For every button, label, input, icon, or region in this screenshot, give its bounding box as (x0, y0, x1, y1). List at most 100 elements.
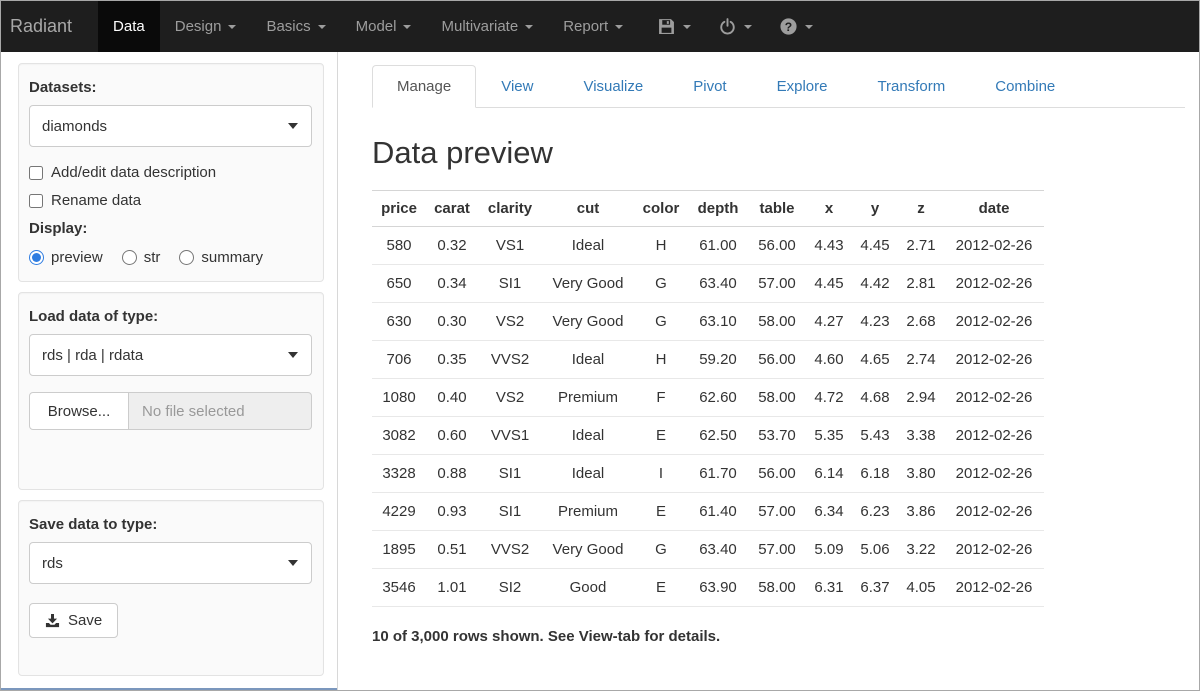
nav-item-design[interactable]: Design (160, 1, 252, 52)
table-cell: 2012-02-26 (944, 569, 1044, 607)
table-cell: 3.80 (898, 455, 944, 493)
navbar-menu: DataDesignBasicsModelMultivariateReport (98, 1, 638, 52)
table-cell: 1895 (372, 531, 426, 569)
table-cell: 5.09 (806, 531, 852, 569)
checkbox-input[interactable] (29, 194, 43, 208)
page-title: Data preview (372, 135, 1185, 171)
save-type-label: Save data to type: (29, 516, 312, 533)
table-cell: 2012-02-26 (944, 417, 1044, 455)
nav-item-data[interactable]: Data (98, 1, 160, 52)
tab-manage[interactable]: Manage (372, 65, 476, 108)
table-cell: Ideal (542, 341, 634, 379)
dataset-select[interactable]: diamonds (29, 105, 312, 147)
table-cell: SI2 (478, 569, 542, 607)
table-cell: E (634, 569, 688, 607)
table-row: 18950.51VVS2Very GoodG63.4057.005.095.06… (372, 531, 1044, 569)
chevron-down-icon (403, 25, 411, 29)
tab-view[interactable]: View (476, 65, 558, 108)
table-cell: 57.00 (748, 493, 806, 531)
radio-label: summary (201, 249, 263, 266)
table-cell: 56.00 (748, 227, 806, 265)
table-cell: 6.31 (806, 569, 852, 607)
tab-pivot[interactable]: Pivot (668, 65, 751, 108)
table-cell: 0.88 (426, 455, 478, 493)
chevron-down-icon (525, 25, 533, 29)
table-cell: 3.86 (898, 493, 944, 531)
browse-button[interactable]: Browse... (29, 392, 129, 430)
load-type-select[interactable]: rds | rda | rdata (29, 334, 312, 376)
radio-input[interactable] (29, 250, 44, 265)
rows-shown-note: 10 of 3,000 rows shown. See View-tab for… (372, 628, 1185, 645)
datasets-panel: Datasets: diamonds Add/edit data descrip… (18, 63, 324, 282)
save-type-select[interactable]: rds (29, 542, 312, 584)
table-cell: VS1 (478, 227, 542, 265)
table-cell: 4229 (372, 493, 426, 531)
table-cell: 4.45 (806, 265, 852, 303)
checkbox-input[interactable] (29, 166, 43, 180)
table-cell: 2.71 (898, 227, 944, 265)
table-cell: Ideal (542, 227, 634, 265)
column-header-date: date (944, 191, 1044, 227)
tab-combine[interactable]: Combine (970, 65, 1080, 108)
nav-item-multivariate[interactable]: Multivariate (426, 1, 548, 52)
table-cell: 59.20 (688, 341, 748, 379)
save-button[interactable]: Save (29, 603, 118, 638)
table-cell: 0.34 (426, 265, 478, 303)
table-cell: 6.37 (852, 569, 898, 607)
chevron-down-icon (318, 25, 326, 29)
table-cell: 6.18 (852, 455, 898, 493)
display-option-summary: summary (179, 249, 263, 266)
navbar: Radiant DataDesignBasicsModelMultivariat… (1, 1, 1199, 52)
question-circle-icon: ? (780, 18, 797, 35)
app-brand[interactable]: Radiant (1, 1, 84, 52)
table-cell: 58.00 (748, 379, 806, 417)
table-cell: 56.00 (748, 341, 806, 379)
table-cell: VS2 (478, 379, 542, 417)
table-cell: 0.40 (426, 379, 478, 417)
table-cell: 2012-02-26 (944, 379, 1044, 417)
column-header-price: price (372, 191, 426, 227)
table-cell: 3.38 (898, 417, 944, 455)
save-state-menu[interactable] (644, 1, 705, 52)
display-option-preview: preview (29, 249, 103, 266)
table-cell: 57.00 (748, 265, 806, 303)
dataset-selected-value: diamonds (42, 118, 107, 135)
table-cell: 5.35 (806, 417, 852, 455)
table-cell: 4.45 (852, 227, 898, 265)
table-cell: 650 (372, 265, 426, 303)
tab-transform[interactable]: Transform (852, 65, 970, 108)
table-cell: G (634, 265, 688, 303)
tab-visualize[interactable]: Visualize (558, 65, 668, 108)
nav-item-basics[interactable]: Basics (251, 1, 340, 52)
column-header-x: x (806, 191, 852, 227)
tab-explore[interactable]: Explore (752, 65, 853, 108)
column-header-z: z (898, 191, 944, 227)
checkbox-label: Add/edit data description (51, 164, 216, 181)
nav-item-report[interactable]: Report (548, 1, 638, 52)
table-cell: 0.60 (426, 417, 478, 455)
radio-input[interactable] (179, 250, 194, 265)
table-cell: 2012-02-26 (944, 531, 1044, 569)
table-cell: G (634, 531, 688, 569)
table-cell: 53.70 (748, 417, 806, 455)
help-menu[interactable]: ? (766, 1, 827, 52)
radio-input[interactable] (122, 250, 137, 265)
table-cell: 630 (372, 303, 426, 341)
table-cell: H (634, 227, 688, 265)
table-row: 33280.88SI1IdealI61.7056.006.146.183.802… (372, 455, 1044, 493)
power-menu[interactable] (705, 1, 766, 52)
table-cell: SI1 (478, 455, 542, 493)
table-cell: Very Good (542, 531, 634, 569)
table-row: 10800.40VS2PremiumF62.6058.004.724.682.9… (372, 379, 1044, 417)
main-content: ManageViewVisualizePivotExploreTransform… (338, 52, 1199, 690)
table-cell: 0.51 (426, 531, 478, 569)
checkbox-label: Rename data (51, 192, 141, 209)
chevron-down-icon (288, 352, 298, 358)
table-cell: 0.30 (426, 303, 478, 341)
radio-label: preview (51, 249, 103, 266)
table-cell: 0.35 (426, 341, 478, 379)
display-radio-group: previewstrsummary (29, 249, 312, 266)
table-row: 30820.60VVS1IdealE62.5053.705.355.433.38… (372, 417, 1044, 455)
load-data-panel: Load data of type: rds | rda | rdata Bro… (18, 292, 324, 490)
nav-item-model[interactable]: Model (341, 1, 427, 52)
